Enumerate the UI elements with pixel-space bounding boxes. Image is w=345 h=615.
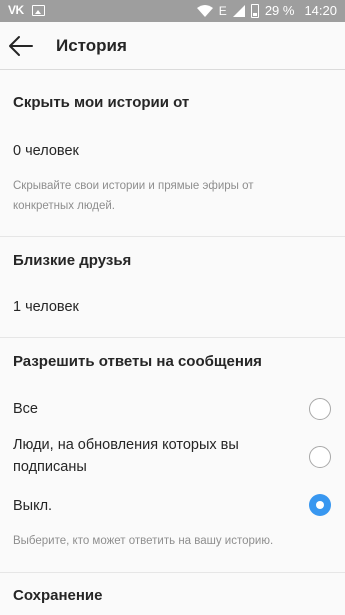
page-title: История xyxy=(56,36,127,55)
network-type: E xyxy=(218,3,227,18)
divider xyxy=(0,572,345,573)
replies-hint: Выберите, кто может ответить на вашу ист… xyxy=(13,535,274,547)
reply-option-label[interactable]: Выкл. xyxy=(13,495,52,517)
close-friends-title: Близкие друзья xyxy=(13,252,132,269)
vk-icon: VK xyxy=(8,3,24,17)
divider xyxy=(0,236,345,237)
status-bar: VK E 29 % 14:20 xyxy=(0,0,345,22)
back-arrow-icon[interactable] xyxy=(8,34,34,58)
battery-level: 29 % xyxy=(264,3,295,18)
divider xyxy=(0,337,345,338)
reply-option-label[interactable]: Все xyxy=(13,398,38,420)
reply-option-off-radio[interactable] xyxy=(309,494,331,516)
saving-title: Сохранение xyxy=(13,587,103,604)
close-friends-count[interactable]: 1 человек xyxy=(13,296,79,318)
wifi-icon xyxy=(196,4,213,17)
signal-icon xyxy=(232,4,245,17)
reply-option-label[interactable]: Люди, на обновления которых вы подписаны xyxy=(13,434,283,478)
battery-icon xyxy=(250,3,259,18)
hide-story-count[interactable]: 0 человек xyxy=(13,140,79,162)
hide-story-hint: Скрывайте свои истории и прямые эфиры от… xyxy=(13,180,254,212)
reply-option-everyone-radio[interactable] xyxy=(309,398,331,420)
hide-story-title: Скрыть мои истории от xyxy=(13,94,190,111)
replies-title: Разрешить ответы на сообщения xyxy=(13,353,262,370)
gallery-icon xyxy=(31,4,45,16)
reply-option-following-radio[interactable] xyxy=(309,446,331,468)
clock: 14:20 xyxy=(304,3,337,18)
app-header: История xyxy=(0,22,345,70)
